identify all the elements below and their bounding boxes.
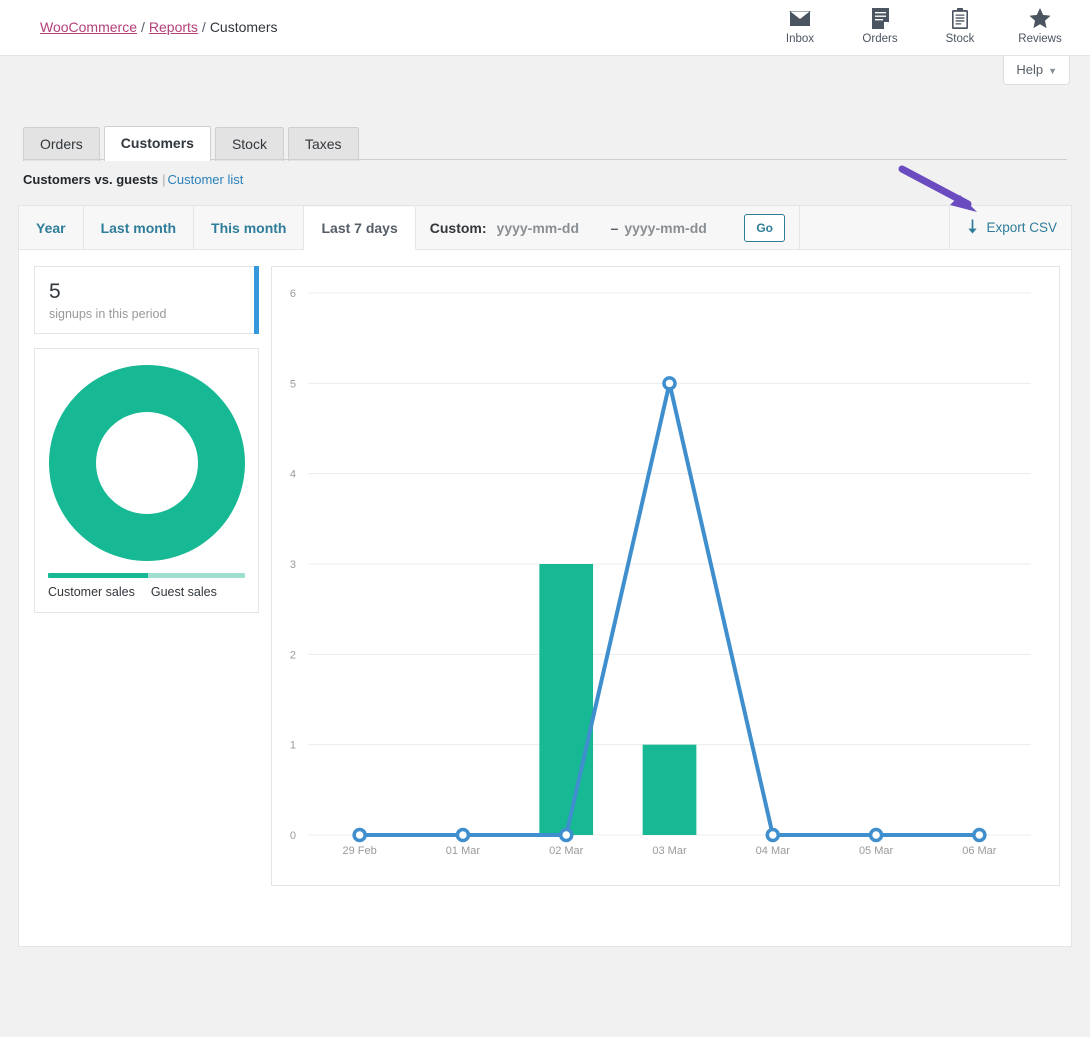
legend-labels: Customer sales Guest sales — [48, 585, 245, 599]
breadcrumb: WooCommerce / Reports / Customers — [40, 19, 278, 35]
signups-value: 5 — [49, 280, 61, 303]
orders-icon — [840, 8, 920, 30]
y-axis-tick-label: 1 — [290, 740, 296, 752]
x-axis-tick-label: 06 Mar — [962, 845, 997, 857]
sub-navigation: Customers vs. guests | Customer list — [23, 172, 243, 187]
donut-chart — [48, 365, 245, 561]
breadcrumb-woocommerce[interactable]: WooCommerce — [40, 19, 137, 35]
breadcrumb-separator-2: / — [201, 19, 206, 35]
top-bar: WooCommerce / Reports / Customers Inbox Orde… — [0, 0, 1090, 56]
chart-point-marker[interactable] — [765, 827, 781, 843]
legend-swatch-customer-sales — [48, 573, 149, 578]
signups-label: signups in this period — [49, 307, 167, 321]
custom-date-from-input[interactable] — [494, 218, 607, 237]
legend-color-bar — [48, 573, 245, 578]
help-button[interactable]: Help ▼ — [1003, 56, 1070, 85]
chart-point-marker[interactable] — [558, 827, 574, 843]
inbox-icon — [760, 8, 840, 30]
help-label: Help — [1016, 62, 1044, 77]
report-tabs: Orders Customers Stock Taxes — [23, 126, 363, 161]
top-icon-group: Inbox Orders Stock Reviews — [760, 4, 1080, 45]
inbox-label: Inbox — [785, 33, 815, 45]
stock-icon — [920, 8, 1000, 30]
stock-button[interactable]: Stock — [920, 4, 1000, 45]
star-icon — [1000, 8, 1080, 30]
x-axis-tick-label: 04 Mar — [756, 845, 791, 857]
summary-column: 5 signups in this period Customer sales … — [34, 266, 259, 613]
export-group: Export CSV — [949, 206, 1071, 249]
custom-range-label: Custom: — [429, 219, 487, 236]
tab-stock[interactable]: Stock — [214, 127, 284, 161]
date-filter-bar: Year Last month This month Last 7 days C… — [19, 206, 1071, 250]
inbox-button[interactable]: Inbox — [760, 4, 840, 45]
orders-label: Orders — [862, 33, 898, 45]
chevron-down-icon: ▼ — [1048, 66, 1057, 76]
range-this-month[interactable]: This month — [194, 206, 305, 249]
export-csv-label: Export CSV — [986, 220, 1057, 235]
breadcrumb-separator-1: / — [141, 19, 145, 35]
chart-point-marker[interactable] — [868, 827, 884, 843]
custom-date-to-input[interactable] — [622, 218, 735, 237]
y-axis-tick-label: 4 — [290, 469, 296, 481]
chart-card: 0 1 2 3 4 5 6 29 Feb 01 Mar 02 Mar 03 Mar 04 Mar 05 … — [271, 266, 1060, 886]
download-arrow-icon — [966, 219, 979, 237]
donut-svg — [48, 365, 245, 561]
tab-orders[interactable]: Orders — [23, 127, 100, 161]
y-axis-tick-label: 5 — [290, 378, 296, 390]
breadcrumb-reports[interactable]: Reports — [149, 19, 198, 35]
y-axis-tick-label: 2 — [290, 649, 296, 661]
chart-point-marker[interactable] — [972, 827, 987, 843]
x-axis-tick-label: 29 Feb — [343, 845, 377, 857]
export-csv-button[interactable]: Export CSV — [966, 219, 1057, 237]
y-axis-tick-label: 3 — [290, 559, 296, 571]
range-year[interactable]: Year — [19, 206, 84, 249]
range-last-month[interactable]: Last month — [84, 206, 195, 249]
x-axis-tick-label: 01 Mar — [446, 845, 481, 857]
chart-point-marker[interactable] — [455, 827, 471, 843]
x-axis-tick-label: 05 Mar — [859, 845, 894, 857]
subnav-divider: | — [162, 172, 166, 187]
reviews-label: Reviews — [1018, 33, 1062, 45]
go-button[interactable]: Go — [744, 213, 785, 242]
help-tab-area: Help ▼ — [780, 56, 1080, 90]
legend-label-guest-sales[interactable]: Guest sales — [151, 585, 217, 599]
tab-customers[interactable]: Customers — [103, 126, 211, 161]
subnav-current: Customers vs. guests — [23, 172, 159, 187]
y-axis-tick-label: 6 — [290, 288, 296, 300]
stock-label: Stock — [945, 33, 975, 45]
range-presets: Year Last month This month Last 7 days — [19, 206, 416, 250]
chart-bar[interactable] — [642, 744, 697, 835]
sales-split-card: Customer sales Guest sales — [34, 348, 259, 613]
chart-point-marker[interactable] — [662, 376, 677, 391]
customers-chart[interactable]: 0 1 2 3 4 5 6 29 Feb 01 Mar 02 Mar 03 Mar 04 Mar 05 … — [272, 267, 1059, 885]
y-axis-tick-label: 0 — [290, 830, 296, 842]
date-range-dash: – — [610, 219, 619, 236]
stat-accent-bar — [254, 266, 259, 334]
reviews-button[interactable]: Reviews — [1000, 4, 1080, 45]
custom-range-group: Custom: – Go — [416, 206, 800, 249]
legend-label-customer-sales[interactable]: Customer sales — [48, 585, 135, 599]
x-axis-tick-label: 03 Mar — [652, 845, 687, 857]
x-axis-tick-label: 02 Mar — [549, 845, 584, 857]
breadcrumb-current: Customers — [209, 19, 278, 35]
tab-taxes[interactable]: Taxes — [287, 127, 359, 161]
signups-stat-card[interactable]: 5 signups in this period — [34, 266, 259, 334]
orders-button[interactable]: Orders — [840, 4, 920, 45]
subnav-customer-list-link[interactable]: Customer list — [168, 172, 244, 187]
legend-swatch-guest-sales — [148, 573, 245, 578]
chart-bar[interactable] — [539, 564, 594, 835]
chart-point-marker[interactable] — [352, 827, 367, 843]
range-last-7-days[interactable]: Last 7 days — [304, 206, 416, 250]
report-panel: Year Last month This month Last 7 days C… — [18, 205, 1072, 947]
